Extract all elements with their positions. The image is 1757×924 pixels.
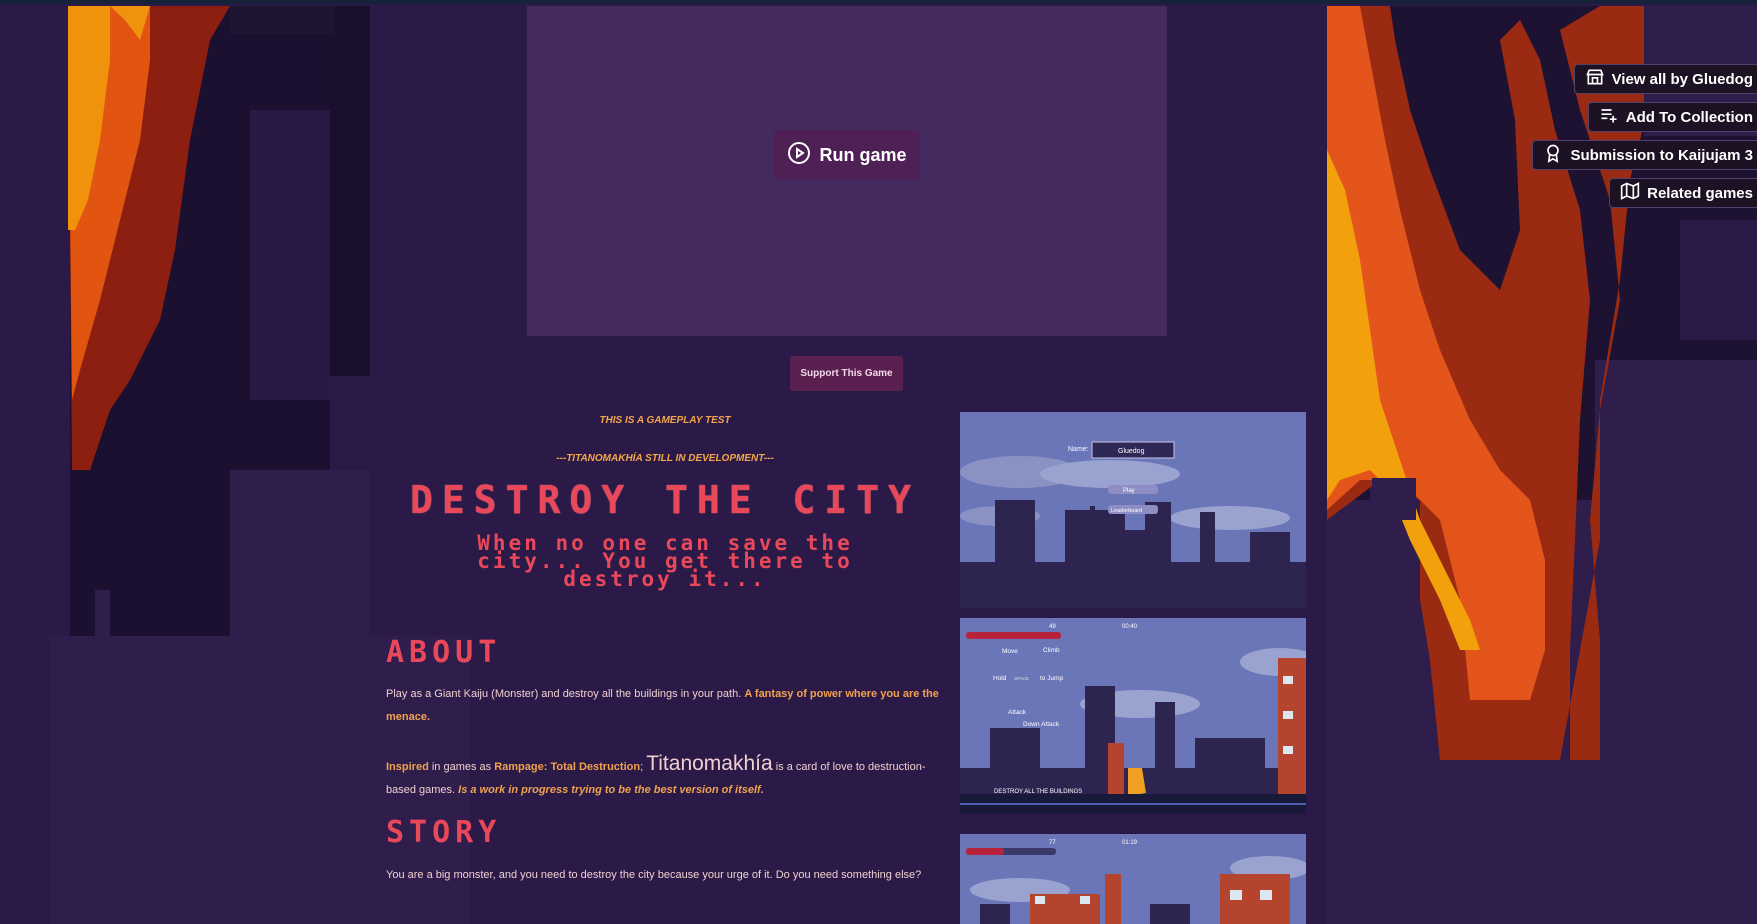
name-value: Gluedog — [1118, 448, 1145, 455]
add-to-collection-label: Add To Collection — [1625, 108, 1753, 126]
climb-hint: Climb — [1043, 647, 1060, 654]
screenshot-gameplay[interactable]: 77 01:19 — [960, 834, 1306, 924]
related-games-button[interactable]: Related games — [1609, 178, 1757, 208]
move-hint: Move — [1002, 648, 1018, 655]
view-all-label: View all by Gluedog — [1611, 70, 1753, 88]
support-this-game-button[interactable]: Support This Game — [790, 356, 903, 391]
about-text: in games as — [428, 761, 495, 773]
down-attack-hint: Down Attack — [1023, 721, 1060, 728]
about-text: Play as a Giant Kaiju (Monster) and dest… — [386, 688, 745, 700]
hud-count: 49 — [1049, 624, 1056, 630]
space-key: SPACE — [1014, 676, 1029, 681]
story-paragraph: You are a big monster, and you need to d… — [386, 869, 922, 881]
jam-submission-button[interactable]: Submission to Kaijujam 3 — [1532, 140, 1757, 170]
hud-count: 77 — [1049, 840, 1056, 846]
hud-timer: 01:19 — [1122, 840, 1138, 846]
map-icon — [1620, 181, 1640, 205]
page-title: DESTROY THE CITY — [409, 478, 921, 522]
hold-hint: Hold — [993, 675, 1007, 682]
about-paragraph-1: Play as a Giant Kaiju (Monster) and dest… — [386, 683, 946, 729]
rampage-text: Rampage: Total Destruction — [494, 761, 641, 773]
subtitle: When no one can save the city... You get… — [405, 533, 925, 590]
screenshot-menu[interactable]: Name: Gluedog Play Leaderboard — [960, 412, 1306, 608]
play-label: Play — [1123, 488, 1135, 494]
add-to-collection-button[interactable]: Add To Collection — [1587, 102, 1757, 132]
inspired-text: Inspired — [386, 761, 429, 773]
jump-hint: to Jump — [1040, 675, 1064, 682]
run-game-label: Run game — [819, 144, 907, 165]
play-circle-icon — [787, 141, 811, 170]
playlist-add-icon — [1599, 105, 1619, 129]
objective-text: DESTROY ALL THE BUILDINGS — [994, 789, 1082, 795]
story-heading: STORY — [386, 815, 502, 850]
wip-text: Is a work in progress trying to be the b… — [458, 784, 764, 796]
about-heading: ABOUT — [386, 635, 502, 670]
development-note: ---TITANOMAKHÍA STILL IN DEVELOPMENT--- — [556, 453, 774, 464]
store-icon — [1585, 67, 1605, 91]
view-all-by-author-button[interactable]: View all by Gluedog — [1573, 64, 1757, 94]
name-label: Name: — [1068, 446, 1089, 453]
leaderboard-label: Leaderboard — [1111, 508, 1142, 514]
related-games-label: Related games — [1647, 184, 1753, 202]
award-icon — [1543, 143, 1563, 167]
titanomakhia-text: Titanomakhía — [646, 752, 773, 775]
attack-hint: Attack — [1008, 709, 1027, 716]
jam-submission-label: Submission to Kaijujam 3 — [1570, 146, 1753, 164]
hud-timer: 00:40 — [1122, 624, 1138, 630]
gameplay-test-note: THIS IS A GAMEPLAY TEST — [599, 415, 731, 426]
about-paragraph-2: Inspired in games as Rampage: Total Dest… — [386, 752, 946, 802]
screenshot-tutorial[interactable]: 49 00:40 Move Climb Hold SPACE to Jump A… — [960, 618, 1306, 814]
run-game-button[interactable]: Run game — [774, 130, 920, 180]
